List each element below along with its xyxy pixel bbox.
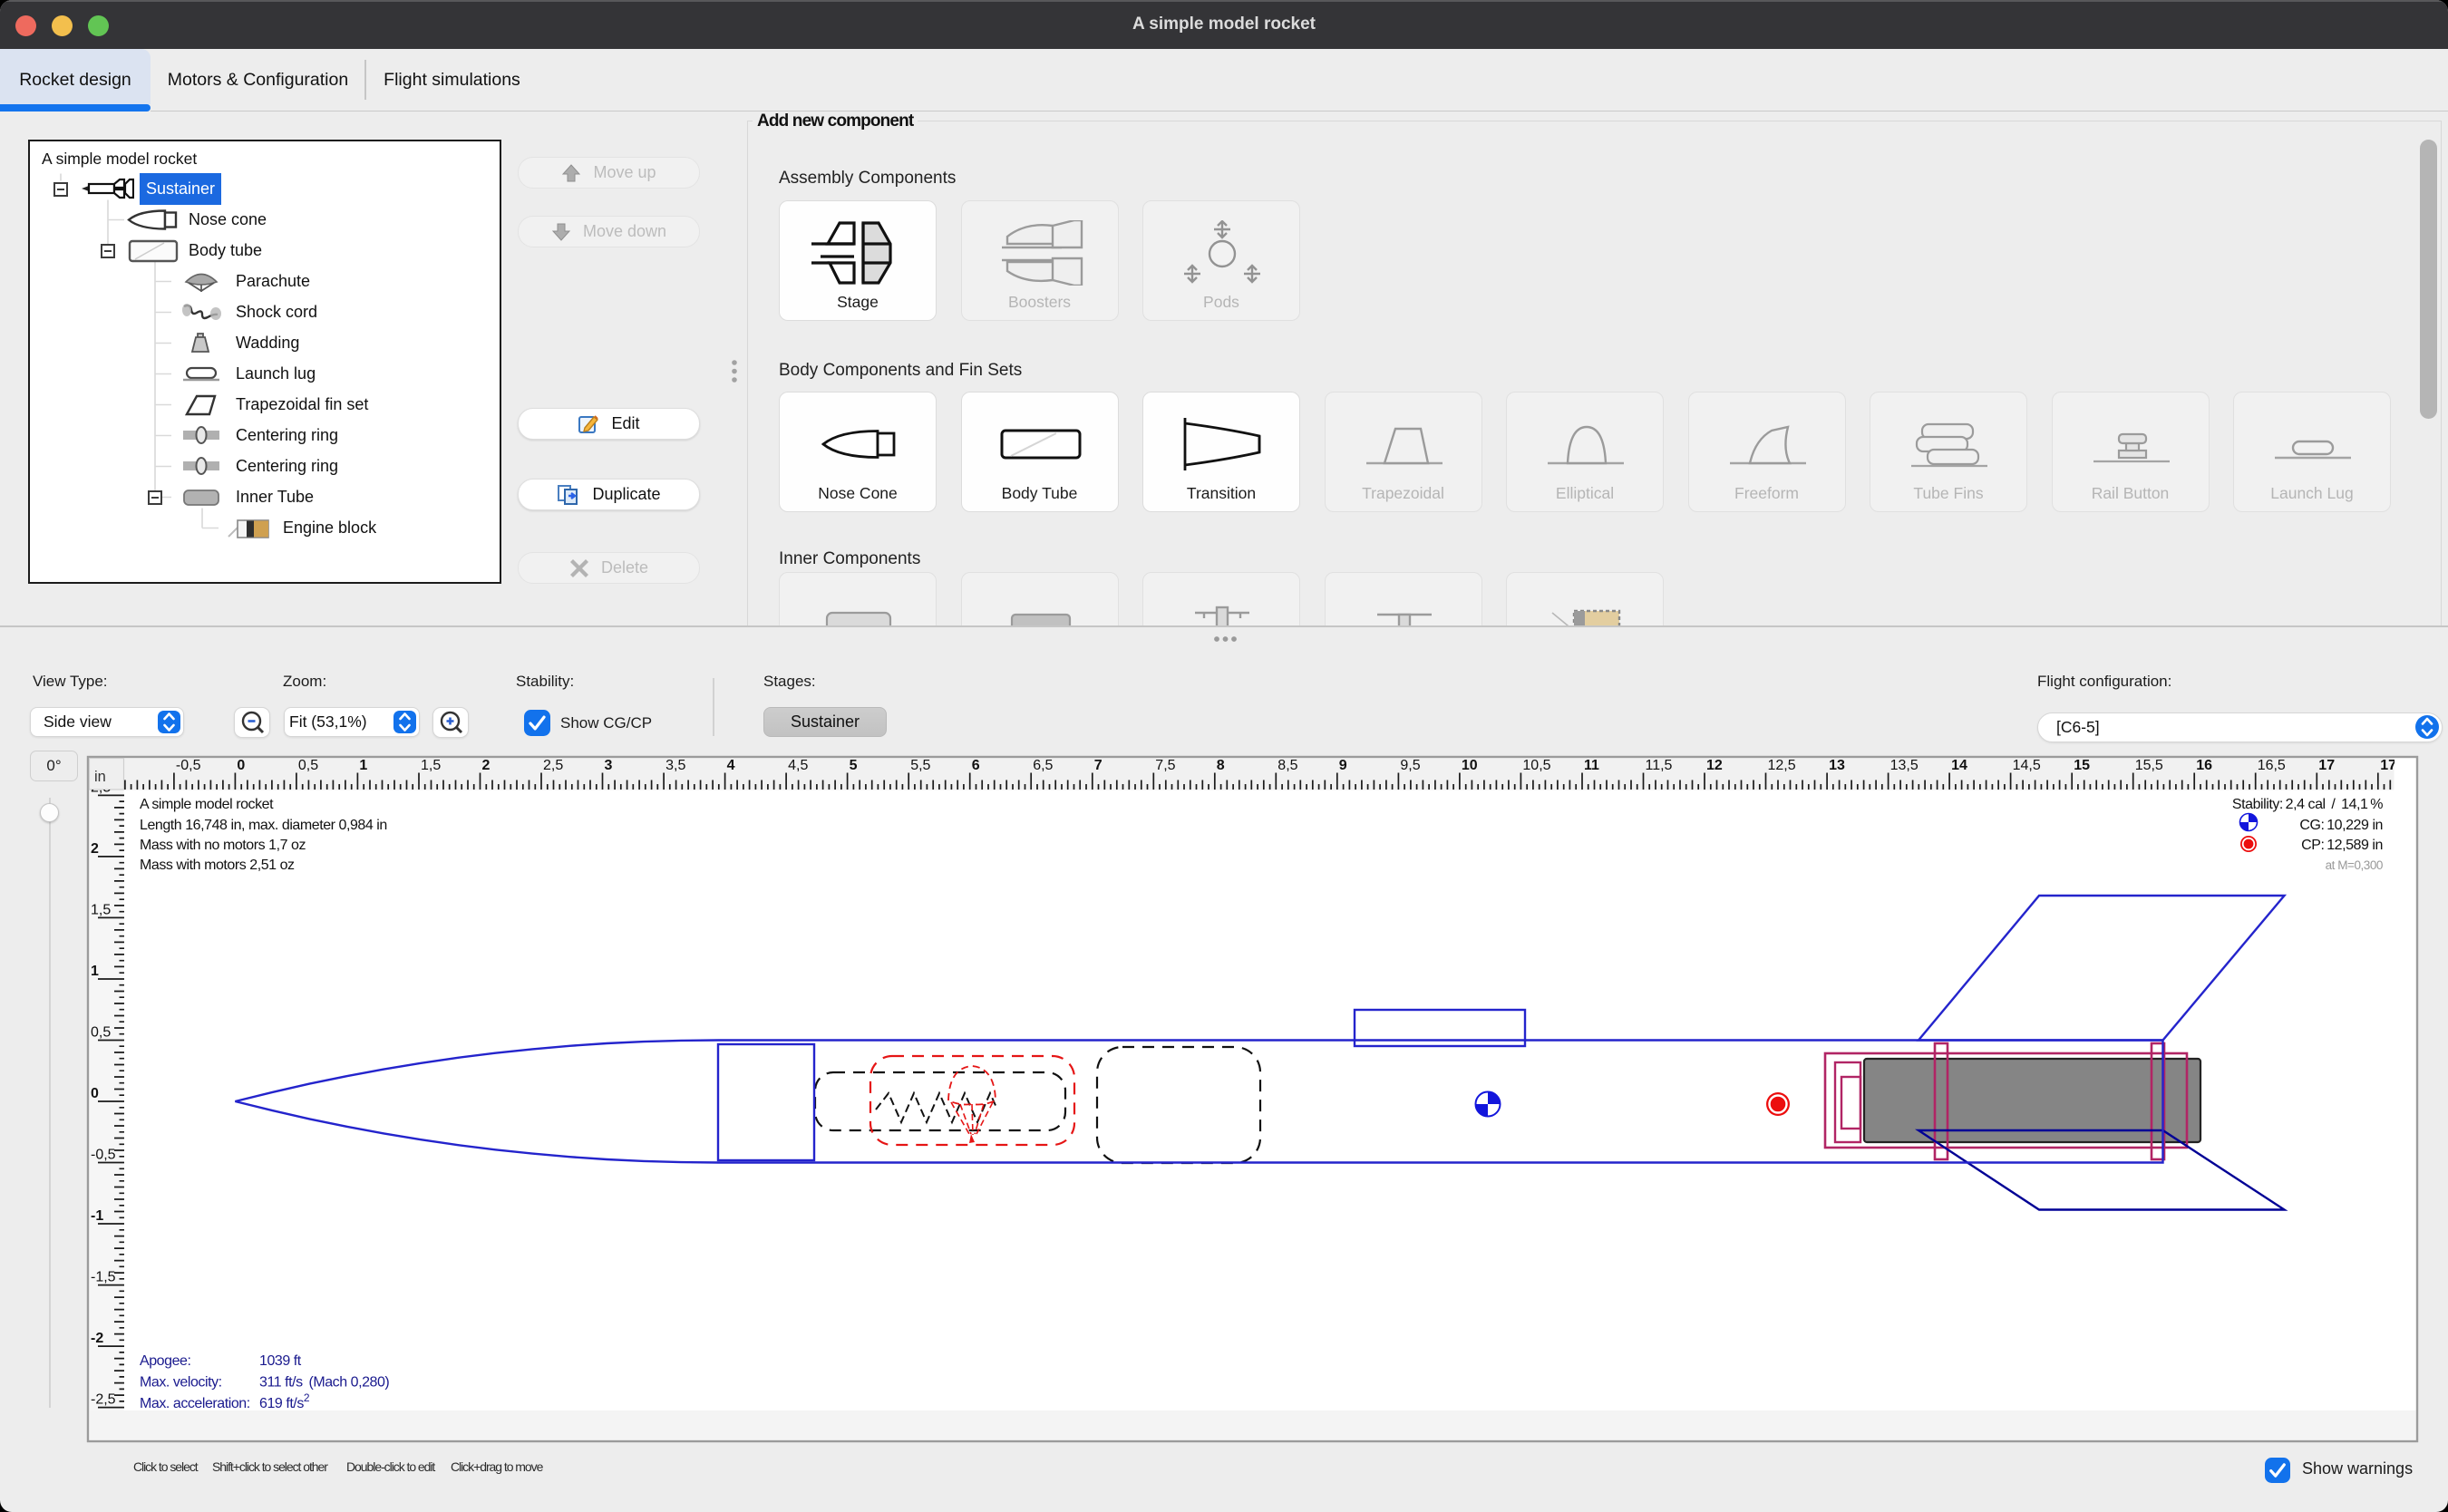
- svg-text:9: 9: [1339, 758, 1347, 773]
- svg-text:6: 6: [972, 758, 980, 773]
- svg-text:Apogee:: Apogee:: [140, 1353, 190, 1369]
- svg-text:in: in: [94, 769, 106, 785]
- svg-text:14: 14: [1951, 758, 1967, 773]
- svg-text:7,5: 7,5: [1155, 758, 1175, 773]
- svg-text:12: 12: [1706, 758, 1723, 773]
- svg-text:A simple model rocket: A simple model rocket: [140, 797, 274, 812]
- svg-text:17: 17: [2318, 758, 2335, 773]
- svg-text:-0,5: -0,5: [176, 758, 201, 773]
- svg-text:-1: -1: [91, 1208, 103, 1224]
- svg-text:4: 4: [727, 758, 735, 773]
- svg-text:-0,5: -0,5: [91, 1148, 116, 1163]
- svg-text:-1,5: -1,5: [91, 1270, 116, 1285]
- svg-text:10,5: 10,5: [1522, 758, 1550, 773]
- svg-text:1,5: 1,5: [91, 902, 111, 917]
- svg-text:8,5: 8,5: [1277, 758, 1297, 773]
- svg-text:5: 5: [850, 758, 858, 773]
- svg-text:Max. acceleration:: Max. acceleration:: [140, 1396, 250, 1411]
- svg-text:14,5: 14,5: [2013, 758, 2041, 773]
- svg-text:9,5: 9,5: [1400, 758, 1420, 773]
- svg-text:311 ft/s (Mach 0,280): 311 ft/s (Mach 0,280): [259, 1375, 389, 1391]
- svg-text:5,5: 5,5: [910, 758, 930, 773]
- svg-text:13,5: 13,5: [1890, 758, 1919, 773]
- svg-text:Mass with motors 2,51 oz: Mass with motors 2,51 oz: [140, 858, 295, 873]
- svg-text:7: 7: [1094, 758, 1103, 773]
- svg-text:10: 10: [1462, 758, 1478, 773]
- svg-text:16,5: 16,5: [2258, 758, 2286, 773]
- svg-text:1,5: 1,5: [421, 758, 441, 773]
- svg-text:1039 ft: 1039 ft: [259, 1353, 302, 1369]
- svg-text:3,5: 3,5: [665, 758, 685, 773]
- svg-text:Length 16,748 in, max. diamete: Length 16,748 in, max. diameter 0,984 in: [140, 818, 387, 833]
- svg-text:8: 8: [1217, 758, 1225, 773]
- svg-text:-2,5: -2,5: [91, 1392, 116, 1408]
- svg-text:2: 2: [482, 758, 491, 773]
- svg-text:4,5: 4,5: [788, 758, 808, 773]
- svg-text:CG: 10,229 in: CG: 10,229 in: [2299, 818, 2383, 833]
- svg-text:1: 1: [359, 758, 367, 773]
- svg-text:13: 13: [1829, 758, 1845, 773]
- svg-text:15,5: 15,5: [2135, 758, 2163, 773]
- svg-text:17: 17: [2380, 758, 2396, 773]
- svg-text:Stability: 2,4 cal / 14,1 %: Stability: 2,4 cal / 14,1 %: [2232, 797, 2383, 812]
- svg-text:11: 11: [1584, 758, 1599, 773]
- svg-text:0: 0: [237, 758, 245, 773]
- svg-text:2: 2: [91, 841, 99, 857]
- svg-text:6,5: 6,5: [1033, 758, 1053, 773]
- svg-text:at M=0,300: at M=0,300: [2326, 858, 2383, 872]
- svg-text:Max. velocity:: Max. velocity:: [140, 1375, 222, 1391]
- svg-text:0,5: 0,5: [298, 758, 318, 773]
- svg-text:12,5: 12,5: [1768, 758, 1796, 773]
- svg-text:Mass with no motors 1,7 oz: Mass with no motors 1,7 oz: [140, 838, 306, 853]
- svg-text:0: 0: [91, 1086, 99, 1101]
- svg-text:3: 3: [605, 758, 613, 773]
- svg-text:16: 16: [2196, 758, 2212, 773]
- svg-text:1: 1: [91, 964, 99, 979]
- svg-text:15: 15: [2074, 758, 2090, 773]
- svg-text:2,5: 2,5: [543, 758, 563, 773]
- svg-text:0,5: 0,5: [91, 1025, 111, 1041]
- svg-text:11,5: 11,5: [1646, 758, 1673, 773]
- svg-text:CP: 12,589 in: CP: 12,589 in: [2301, 838, 2383, 853]
- svg-text:-2: -2: [91, 1331, 103, 1346]
